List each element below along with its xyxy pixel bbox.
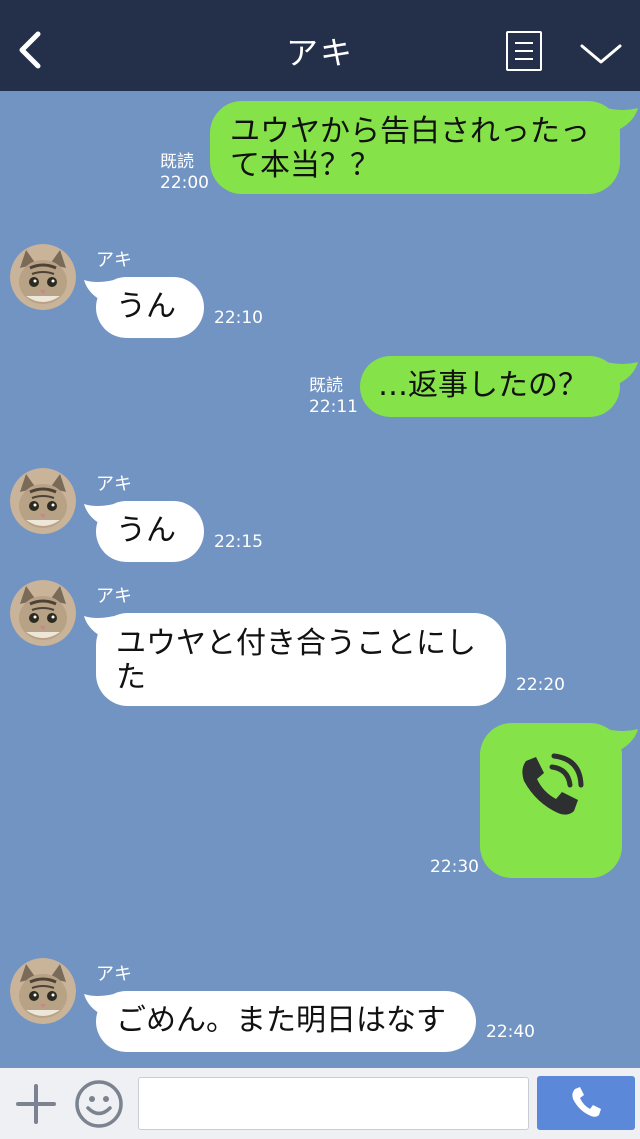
bubble-tail [606,729,638,751]
message-text-line: うん [116,513,176,548]
sender-name: アキ [96,474,132,495]
menu-icon-line [515,58,533,60]
sender-name: アキ [96,586,132,607]
message-bubble[interactable]: ユウヤと付き合うことにし た [96,613,506,706]
call-button[interactable] [537,1076,635,1130]
read-receipt: 既読 [309,376,343,396]
menu-icon-line [515,50,533,52]
attach-button[interactable] [14,1082,58,1126]
sender-name: アキ [96,250,132,271]
smiley-icon [75,1080,123,1128]
plus-icon [16,1084,56,1124]
message-time: 22:30 [430,857,479,877]
menu-button[interactable] [506,31,542,71]
read-receipt: 既読 [160,152,194,172]
message-time: 22:00 [160,173,209,193]
message-text-line: うん [116,289,176,324]
collapse-button[interactable] [578,34,624,70]
message-time: 22:40 [486,1022,535,1042]
message-text-line: て本当？？ [230,148,380,183]
message-text-line: ユウヤと付き合うことにし [116,626,476,661]
message-text-line: ユウヤから告白されったっ [230,114,590,149]
avatar[interactable] [10,468,76,534]
message-time: 22:10 [214,308,263,328]
phone-icon [572,1087,601,1117]
emoji-button[interactable] [74,1079,124,1129]
chevron-down-icon [580,44,622,64]
message-time: 22:20 [516,675,565,695]
sender-name: アキ [96,964,132,985]
avatar[interactable] [10,958,76,1024]
message-bubble[interactable]: …返事したの？ [360,356,620,417]
phone-call-icon [522,753,584,815]
call-bubble[interactable] [480,723,622,878]
bubble-tail [606,108,638,130]
message-input[interactable] [138,1077,529,1130]
chat-title: アキ [285,34,354,72]
avatar[interactable] [10,580,76,646]
message-bubble[interactable]: うん [96,501,204,562]
chat-header: アキ [0,0,640,91]
message-text-line: ごめん。また明日はなす [116,1003,446,1038]
message-time: 22:11 [309,397,358,417]
message-bubble[interactable]: ごめん。また明日はなす [96,991,476,1052]
bubble-tail [606,362,638,384]
menu-icon [515,42,533,44]
message-text-line: た [116,660,146,695]
avatar[interactable] [10,244,76,310]
composer-bar [0,1068,640,1139]
message-bubble[interactable]: ユウヤから告白されったっ て本当？？ [210,101,620,194]
message-bubble[interactable]: うん [96,277,204,338]
message-time: 22:15 [214,532,263,552]
message-text-line: …返事したの？ [378,368,588,403]
